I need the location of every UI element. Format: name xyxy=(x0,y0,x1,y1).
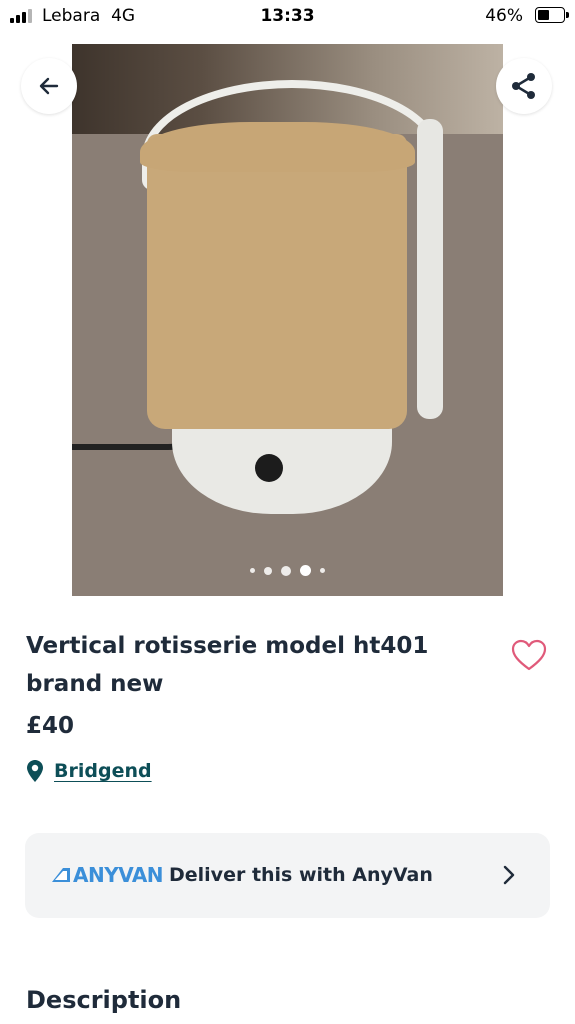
battery-icon xyxy=(535,7,569,23)
listing-price: £40 xyxy=(26,713,75,739)
status-bar: Lebara 4G 13:33 46% xyxy=(0,0,575,34)
product-photo[interactable] xyxy=(72,44,503,596)
anyvan-logo-icon xyxy=(52,868,70,882)
back-button[interactable] xyxy=(21,58,77,114)
location-pin-icon xyxy=(27,760,43,782)
share-button[interactable] xyxy=(496,58,552,114)
anyvan-delivery-label: Deliver this with AnyVan xyxy=(169,864,433,886)
location-link[interactable]: Bridgend xyxy=(54,760,152,782)
gallery-dot[interactable] xyxy=(281,565,291,576)
listing-title: Vertical rotisserie model ht401 brand ne… xyxy=(26,633,429,697)
gallery-dot[interactable] xyxy=(249,568,255,573)
anyvan-logo: ANYVAN xyxy=(51,863,164,887)
arrow-left-icon xyxy=(39,77,59,95)
gallery-pagination xyxy=(72,560,503,579)
gallery-dot[interactable] xyxy=(320,568,326,573)
listing-location: Bridgend xyxy=(26,757,152,785)
heart-outline-icon[interactable] xyxy=(510,638,548,672)
anyvan-delivery-card[interactable]: ANYVAN Deliver this with AnyVan xyxy=(25,833,550,918)
chevron-right-icon xyxy=(503,865,515,885)
gallery-dot-active[interactable] xyxy=(300,565,312,576)
battery-percent: 46% xyxy=(485,6,523,26)
description-heading: Description xyxy=(26,986,182,1014)
gallery-dot[interactable] xyxy=(263,566,272,575)
share-icon xyxy=(512,73,535,99)
